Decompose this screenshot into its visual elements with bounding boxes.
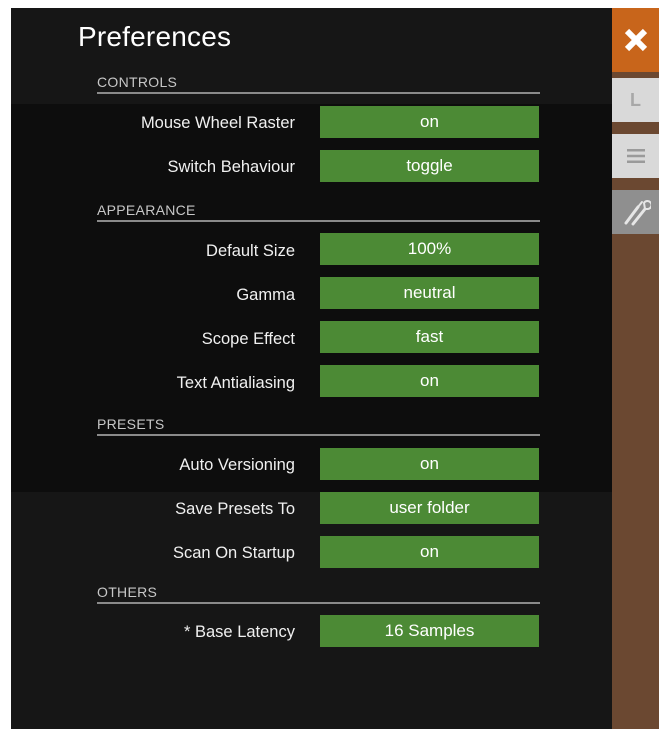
switch-behaviour-label: Switch Behaviour	[167, 158, 295, 176]
tab-l[interactable]: L	[612, 78, 659, 122]
section-controls: CONTROLS	[97, 74, 540, 94]
text-antialiasing-label: Text Antialiasing	[176, 374, 295, 392]
scan-on-startup-button[interactable]: on	[320, 536, 539, 568]
base-latency-label: * Base Latency	[184, 623, 295, 641]
gamma-label: Gamma	[236, 286, 295, 304]
auto-versioning-label: Auto Versioning	[179, 456, 295, 474]
close-button[interactable]	[612, 8, 659, 72]
section-appearance: APPEARANCE	[97, 202, 540, 222]
base-latency-button[interactable]: 16 Samples	[320, 615, 539, 647]
page-title: Preferences	[78, 21, 232, 52]
save-presets-to-label: Save Presets To	[175, 500, 295, 518]
save-presets-to-button[interactable]: user folder	[320, 492, 539, 524]
tab-menu[interactable]	[612, 134, 659, 178]
scan-on-startup-label: Scan On Startup	[173, 544, 295, 562]
text-antialiasing-button[interactable]: on	[320, 365, 539, 397]
section-presets: PRESETS	[97, 416, 540, 436]
scope-effect-button[interactable]: fast	[320, 321, 539, 353]
gamma-button[interactable]: neutral	[320, 277, 539, 309]
close-icon	[624, 28, 647, 52]
section-others: OTHERS	[97, 584, 540, 604]
default-size-button[interactable]: 100%	[320, 233, 539, 265]
switch-behaviour-button[interactable]: toggle	[320, 150, 539, 182]
tab-tools[interactable]	[612, 190, 659, 234]
mouse-wheel-raster-button[interactable]: on	[320, 106, 539, 138]
menu-icon	[626, 149, 645, 163]
tab-l-label: L	[630, 89, 641, 110]
default-size-label: Default Size	[206, 242, 295, 260]
wrench-screwdriver-icon	[624, 200, 651, 226]
preferences-panel: Preferences CONTROLS Mouse Wheel Raster …	[11, 8, 612, 729]
scope-effect-label: Scope Effect	[201, 330, 295, 348]
sidebar: L	[612, 8, 659, 729]
mouse-wheel-raster-label: Mouse Wheel Raster	[140, 114, 295, 132]
auto-versioning-button[interactable]: on	[320, 448, 539, 480]
